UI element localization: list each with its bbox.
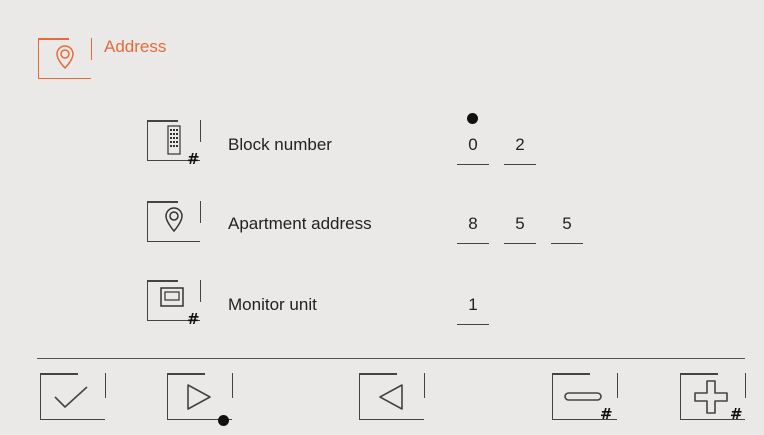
block-digit-1[interactable]: 0 (457, 135, 489, 165)
location-pin-icon (165, 207, 183, 233)
toolbar-divider (37, 358, 745, 359)
hash-badge: # (730, 405, 743, 423)
cursor-indicator (467, 113, 478, 124)
previous-button[interactable] (359, 373, 425, 420)
location-pin-icon (56, 45, 74, 70)
apartment-digit-2[interactable]: 5 (504, 214, 536, 244)
play-right-icon (187, 384, 211, 410)
row-label-block-number: Block number (228, 135, 332, 154)
block-digit-2[interactable]: 2 (504, 135, 536, 165)
confirm-button[interactable] (40, 373, 106, 420)
address-header-icon (38, 38, 92, 79)
next-button[interactable] (167, 373, 233, 420)
row-label-monitor-unit: Monitor unit (228, 295, 317, 314)
apartment-digit-1[interactable]: 8 (457, 214, 489, 244)
hash-badge: # (187, 150, 200, 168)
row-label-apartment-address: Apartment address (228, 214, 372, 233)
apartment-digit-3[interactable]: 5 (551, 214, 583, 244)
page-title: Address (104, 37, 167, 56)
hash-badge: # (600, 405, 613, 423)
check-icon (54, 386, 88, 408)
apartment-address-icon-frame (147, 201, 201, 242)
monitor-digit-1[interactable]: 1 (457, 295, 489, 325)
play-left-icon (379, 384, 403, 410)
hash-badge: # (187, 310, 200, 328)
next-indicator-dot (218, 415, 229, 426)
